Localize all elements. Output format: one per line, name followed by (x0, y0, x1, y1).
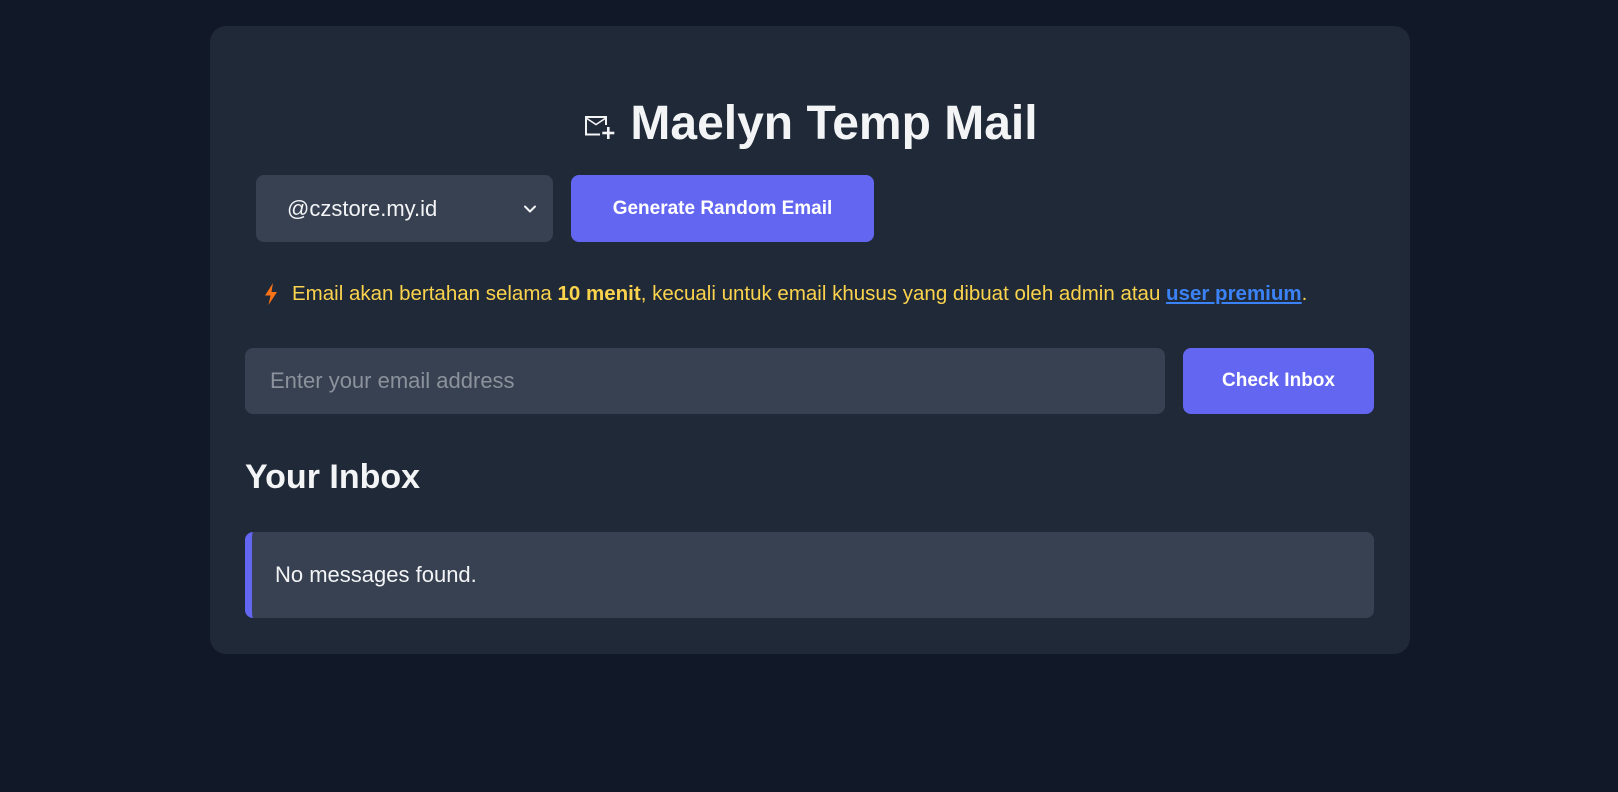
inbox-empty-state: No messages found. (245, 532, 1374, 618)
generate-random-email-button[interactable]: Generate Random Email (571, 175, 874, 242)
notice-text-before: Email akan bertahan selama (292, 282, 558, 305)
generator-row: @czstore.my.id Generate Random Email (256, 175, 874, 242)
notice-text-middle: , kecuali untuk email khusus yang dibuat… (640, 282, 1167, 305)
main-card: Maelyn Temp Mail @czstore.my.id Generate… (210, 26, 1410, 654)
mail-plus-icon (585, 116, 615, 139)
check-inbox-row: Check Inbox (245, 348, 1374, 414)
domain-select[interactable]: @czstore.my.id (256, 175, 553, 242)
expiry-notice: Email akan bertahan selama 10 menit, kec… (262, 282, 1307, 306)
lightning-bolt-icon (265, 283, 277, 305)
inbox-heading: Your Inbox (245, 458, 421, 496)
chevron-down-icon (524, 205, 536, 212)
notice-duration: 10 menit (557, 282, 641, 305)
empty-message: No messages found. (275, 562, 477, 587)
domain-select-value: @czstore.my.id (287, 195, 438, 221)
notice-text-after: . (1301, 282, 1308, 305)
check-inbox-button[interactable]: Check Inbox (1183, 348, 1374, 414)
user-premium-link[interactable]: user premium (1166, 282, 1302, 306)
email-address-input[interactable] (245, 348, 1165, 414)
page-title-text: Maelyn Temp Mail (630, 97, 1038, 150)
page-title: Maelyn Temp Mail (210, 96, 1410, 152)
